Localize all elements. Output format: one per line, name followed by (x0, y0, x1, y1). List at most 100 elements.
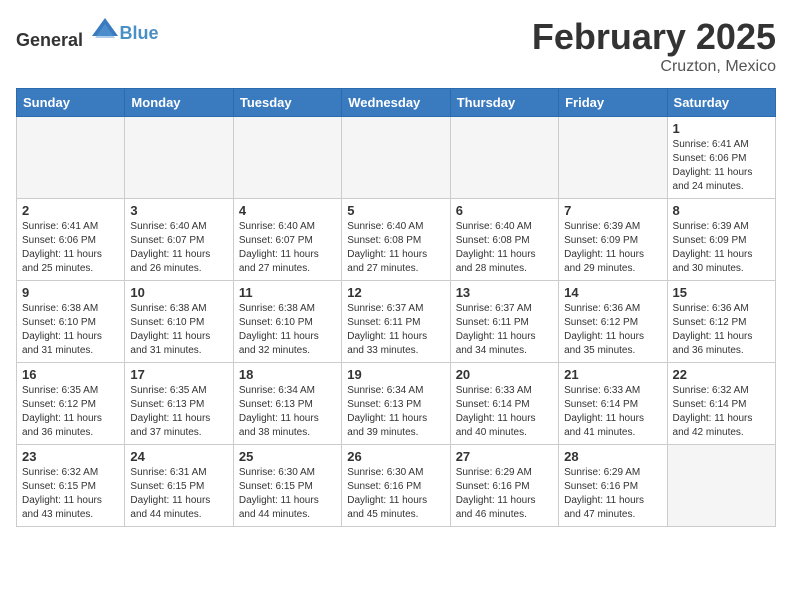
day-info: Sunrise: 6:37 AM Sunset: 6:11 PM Dayligh… (456, 302, 553, 358)
day-info: Sunrise: 6:38 AM Sunset: 6:10 PM Dayligh… (22, 302, 119, 358)
month-year-title: February 2025 (532, 16, 776, 58)
calendar-cell: 4 Sunrise: 6:40 AM Sunset: 6:07 PM Daylig… (233, 199, 341, 281)
day-info: Sunrise: 6:39 AM Sunset: 6:09 PM Dayligh… (673, 220, 770, 276)
day-info: Sunrise: 6:32 AM Sunset: 6:15 PM Dayligh… (22, 466, 119, 522)
week-row-1: 1Sunrise: 6:41 AM Sunset: 6:06 PM Daylig… (17, 117, 776, 199)
calendar-cell: 2Sunrise: 6:41 AM Sunset: 6:06 PM Daylig… (17, 199, 125, 281)
week-row-5: 23Sunrise: 6:32 AM Sunset: 6:15 PM Dayli… (17, 445, 776, 527)
day-info: Sunrise: 6:35 AM Sunset: 6:12 PM Dayligh… (22, 384, 119, 440)
day-number: 7 (564, 203, 661, 218)
calendar-cell: 25 Sunrise: 6:30 AM Sunset: 6:15 PM Dayli… (233, 445, 341, 527)
day-number: 3 (130, 203, 227, 218)
day-number: 6 (456, 203, 553, 218)
weekday-header-sunday: Sunday (17, 89, 125, 117)
day-info: Sunrise: 6:40 AM Sunset: 6:07 PM Dayligh… (239, 220, 336, 276)
day-info: Sunrise: 6:34 AM Sunset: 6:13 PM Dayligh… (239, 384, 336, 440)
calendar-cell (233, 117, 341, 199)
calendar-cell (125, 117, 233, 199)
calendar-cell (667, 445, 775, 527)
calendar-cell: 19Sunrise: 6:34 AM Sunset: 6:13 PM Dayli… (342, 363, 450, 445)
day-info: Sunrise: 6:36 AM Sunset: 6:12 PM Dayligh… (673, 302, 770, 358)
day-number: 5 (347, 203, 444, 218)
weekday-header-thursday: Thursday (450, 89, 558, 117)
day-number: 28 (564, 449, 661, 464)
weekday-header-saturday: Saturday (667, 89, 775, 117)
location-subtitle: Cruzton, Mexico (532, 58, 776, 76)
day-number: 2 (22, 203, 119, 218)
logo-blue: Blue (120, 23, 159, 43)
day-number: 4 (239, 203, 336, 218)
day-number: 17 (130, 367, 227, 382)
day-info: Sunrise: 6:35 AM Sunset: 6:13 PM Dayligh… (130, 384, 227, 440)
day-info: Sunrise: 6:40 AM Sunset: 6:08 PM Dayligh… (347, 220, 444, 276)
weekday-header-tuesday: Tuesday (233, 89, 341, 117)
day-info: Sunrise: 6:40 AM Sunset: 6:07 PM Dayligh… (130, 220, 227, 276)
weekday-header-row: SundayMondayTuesdayWednesdayThursdayFrid… (17, 89, 776, 117)
week-row-3: 9 Sunrise: 6:38 AM Sunset: 6:10 PM Daylig… (17, 281, 776, 363)
calendar-cell: 8 Sunrise: 6:39 AM Sunset: 6:09 PM Daylig… (667, 199, 775, 281)
day-info: Sunrise: 6:34 AM Sunset: 6:13 PM Dayligh… (347, 384, 444, 440)
weekday-header-wednesday: Wednesday (342, 89, 450, 117)
day-number: 22 (673, 367, 770, 382)
day-info: Sunrise: 6:38 AM Sunset: 6:10 PM Dayligh… (130, 302, 227, 358)
day-info: Sunrise: 6:32 AM Sunset: 6:14 PM Dayligh… (673, 384, 770, 440)
calendar-cell: 10 Sunrise: 6:38 AM Sunset: 6:10 PM Dayli… (125, 281, 233, 363)
day-number: 13 (456, 285, 553, 300)
day-number: 16 (22, 367, 119, 382)
day-info: Sunrise: 6:30 AM Sunset: 6:15 PM Dayligh… (239, 466, 336, 522)
calendar-cell (342, 117, 450, 199)
calendar-cell: 11Sunrise: 6:38 AM Sunset: 6:10 PM Dayli… (233, 281, 341, 363)
calendar-cell: 9 Sunrise: 6:38 AM Sunset: 6:10 PM Daylig… (17, 281, 125, 363)
calendar-cell: 3 Sunrise: 6:40 AM Sunset: 6:07 PM Daylig… (125, 199, 233, 281)
day-number: 14 (564, 285, 661, 300)
calendar-cell: 22 Sunrise: 6:32 AM Sunset: 6:14 PM Dayli… (667, 363, 775, 445)
calendar-cell: 7 Sunrise: 6:39 AM Sunset: 6:09 PM Daylig… (559, 199, 667, 281)
page-header: General Blue February 2025 Cruzton, Mexi… (16, 16, 776, 76)
day-info: Sunrise: 6:36 AM Sunset: 6:12 PM Dayligh… (564, 302, 661, 358)
day-number: 11 (239, 285, 336, 300)
day-number: 25 (239, 449, 336, 464)
calendar-cell: 14 Sunrise: 6:36 AM Sunset: 6:12 PM Dayli… (559, 281, 667, 363)
day-number: 12 (347, 285, 444, 300)
weekday-header-monday: Monday (125, 89, 233, 117)
day-info: Sunrise: 6:29 AM Sunset: 6:16 PM Dayligh… (456, 466, 553, 522)
calendar-cell: 5 Sunrise: 6:40 AM Sunset: 6:08 PM Daylig… (342, 199, 450, 281)
day-info: Sunrise: 6:40 AM Sunset: 6:08 PM Dayligh… (456, 220, 553, 276)
calendar-cell: 26Sunrise: 6:30 AM Sunset: 6:16 PM Dayli… (342, 445, 450, 527)
day-number: 1 (673, 121, 770, 136)
title-section: February 2025 Cruzton, Mexico (532, 16, 776, 76)
calendar-cell: 18 Sunrise: 6:34 AM Sunset: 6:13 PM Dayli… (233, 363, 341, 445)
day-info: Sunrise: 6:37 AM Sunset: 6:11 PM Dayligh… (347, 302, 444, 358)
day-info: Sunrise: 6:39 AM Sunset: 6:09 PM Dayligh… (564, 220, 661, 276)
calendar-cell (17, 117, 125, 199)
day-info: Sunrise: 6:31 AM Sunset: 6:15 PM Dayligh… (130, 466, 227, 522)
calendar-cell: 20Sunrise: 6:33 AM Sunset: 6:14 PM Dayli… (450, 363, 558, 445)
calendar-cell: 17 Sunrise: 6:35 AM Sunset: 6:13 PM Dayli… (125, 363, 233, 445)
day-number: 24 (130, 449, 227, 464)
day-number: 9 (22, 285, 119, 300)
day-number: 27 (456, 449, 553, 464)
logo-icon (90, 16, 120, 46)
logo-general: General (16, 30, 83, 50)
calendar-cell: 23Sunrise: 6:32 AM Sunset: 6:15 PM Dayli… (17, 445, 125, 527)
calendar-table: SundayMondayTuesdayWednesdayThursdayFrid… (16, 88, 776, 527)
calendar-cell: 21Sunrise: 6:33 AM Sunset: 6:14 PM Dayli… (559, 363, 667, 445)
calendar-cell: 6 Sunrise: 6:40 AM Sunset: 6:08 PM Daylig… (450, 199, 558, 281)
calendar-cell: 27 Sunrise: 6:29 AM Sunset: 6:16 PM Dayli… (450, 445, 558, 527)
calendar-cell: 16 Sunrise: 6:35 AM Sunset: 6:12 PM Dayli… (17, 363, 125, 445)
day-info: Sunrise: 6:29 AM Sunset: 6:16 PM Dayligh… (564, 466, 661, 522)
day-number: 18 (239, 367, 336, 382)
logo: General Blue (16, 16, 159, 51)
day-info: Sunrise: 6:33 AM Sunset: 6:14 PM Dayligh… (564, 384, 661, 440)
calendar-cell: 28 Sunrise: 6:29 AM Sunset: 6:16 PM Dayli… (559, 445, 667, 527)
calendar-cell: 13 Sunrise: 6:37 AM Sunset: 6:11 PM Dayli… (450, 281, 558, 363)
week-row-4: 16 Sunrise: 6:35 AM Sunset: 6:12 PM Dayli… (17, 363, 776, 445)
calendar-cell: 1Sunrise: 6:41 AM Sunset: 6:06 PM Daylig… (667, 117, 775, 199)
day-number: 8 (673, 203, 770, 218)
weekday-header-friday: Friday (559, 89, 667, 117)
calendar-cell: 15Sunrise: 6:36 AM Sunset: 6:12 PM Dayli… (667, 281, 775, 363)
day-number: 20 (456, 367, 553, 382)
calendar-cell: 12 Sunrise: 6:37 AM Sunset: 6:11 PM Dayli… (342, 281, 450, 363)
calendar-cell (450, 117, 558, 199)
day-number: 10 (130, 285, 227, 300)
